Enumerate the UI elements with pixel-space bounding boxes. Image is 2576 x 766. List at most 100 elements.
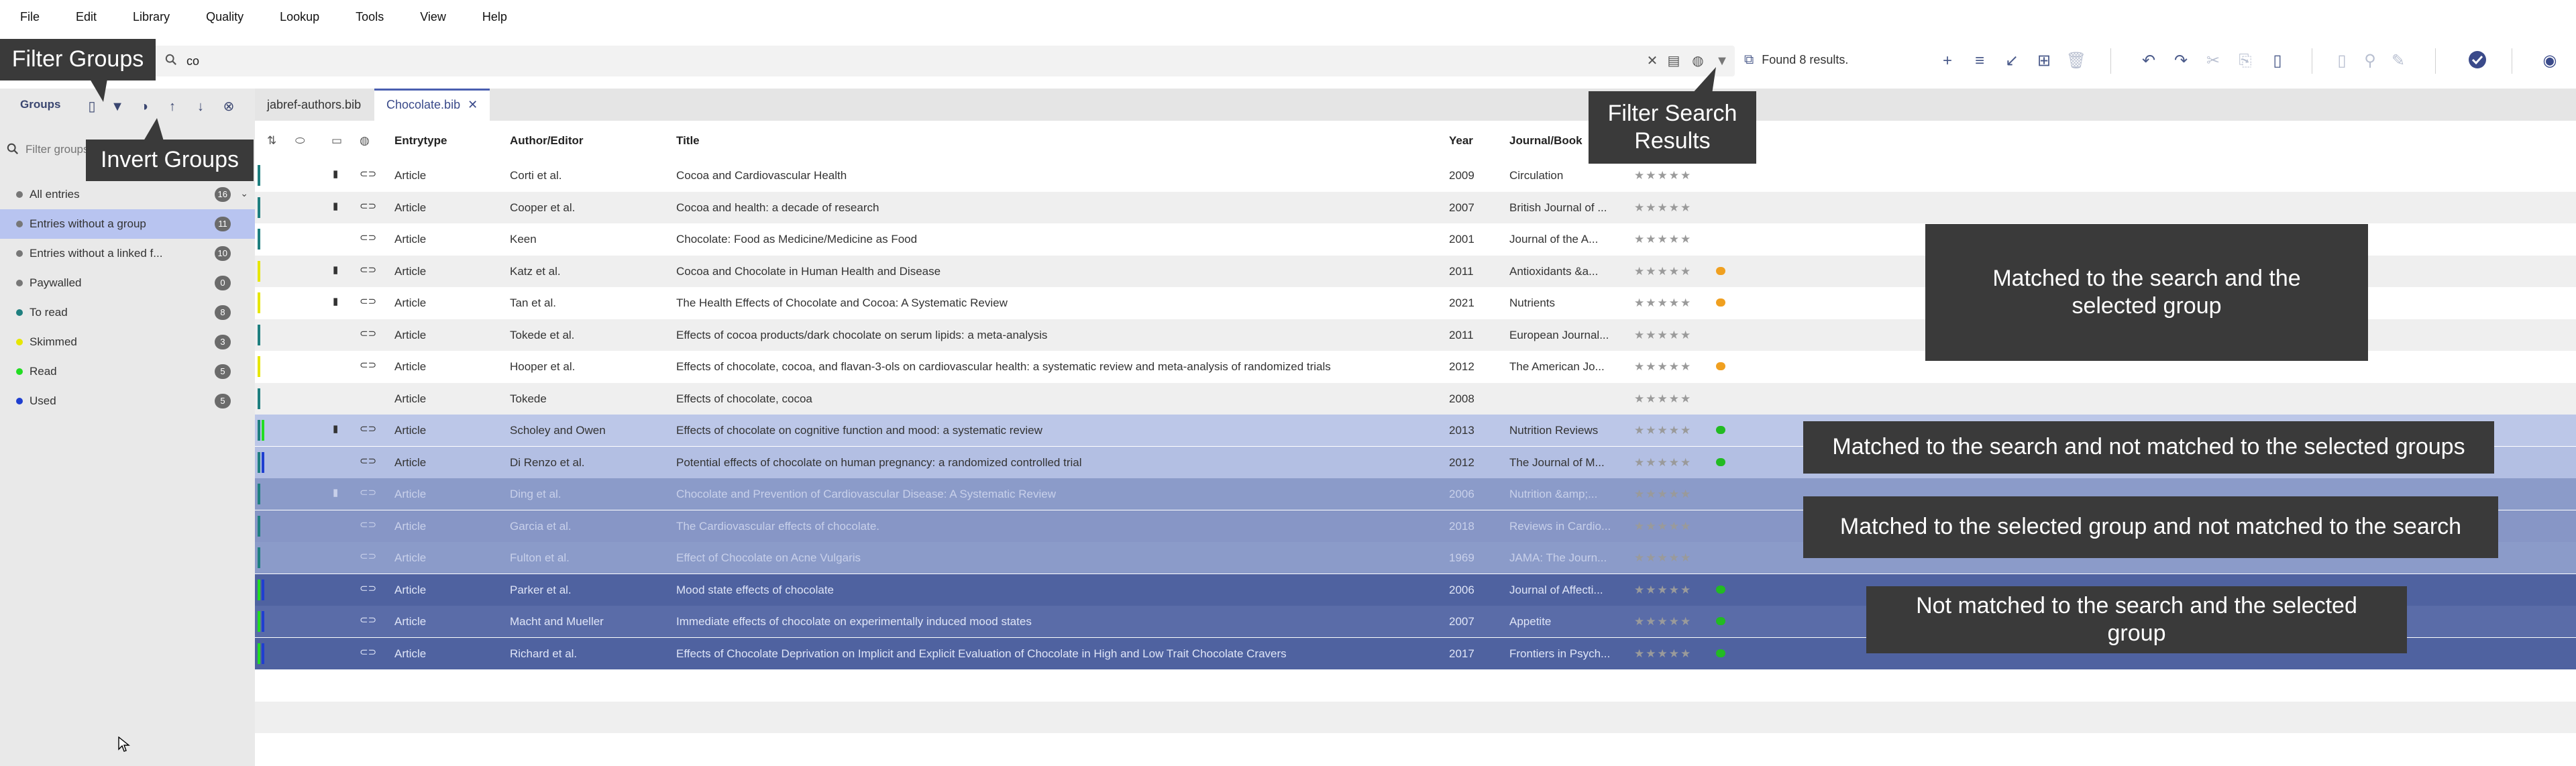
link-icon[interactable]: ⊂⊃ bbox=[360, 295, 376, 307]
column-year[interactable]: Year bbox=[1449, 134, 1473, 148]
rating-stars[interactable]: ★★★★★ bbox=[1634, 488, 1692, 501]
link-icon[interactable]: ⊂⊃ bbox=[360, 423, 376, 435]
link-icon[interactable]: ⊂⊃ bbox=[360, 550, 376, 562]
link-icon[interactable]: ⊂⊃ bbox=[360, 455, 376, 467]
column-entrytype[interactable]: Entrytype bbox=[394, 134, 447, 148]
group-label: Entries without a group bbox=[30, 217, 146, 230]
rating-stars[interactable]: ★★★★★ bbox=[1634, 584, 1692, 597]
rating-stars[interactable]: ★★★★★ bbox=[1634, 360, 1692, 374]
rating-stars[interactable]: ★★★★★ bbox=[1634, 424, 1692, 437]
group-skimmed[interactable]: Skimmed 3 bbox=[0, 327, 255, 357]
new-entry-icon[interactable]: ⊞ bbox=[2033, 50, 2055, 72]
check-icon[interactable] bbox=[2466, 50, 2489, 72]
table-row[interactable]: ▮ ⊂⊃ Article Corti et al. Cocoa and Cardiova… bbox=[255, 160, 2576, 191]
import-icon[interactable]: ↙ bbox=[2000, 50, 2023, 72]
group-paywalled[interactable]: Paywalled 0 bbox=[0, 268, 255, 298]
search-preferences-icon[interactable]: ▤ bbox=[1665, 52, 1682, 70]
table-row[interactable]: Article Tokede Effects of chocolate, cocoa… bbox=[255, 382, 2576, 415]
rating-stars[interactable]: ★★★★★ bbox=[1634, 265, 1692, 278]
group-to-read[interactable]: To read 8 bbox=[0, 298, 255, 327]
link-icon[interactable]: ⊂⊃ bbox=[360, 614, 376, 626]
open-external-icon[interactable]: ⧉ bbox=[1744, 52, 1754, 68]
rating-stars[interactable]: ★★★★★ bbox=[1634, 551, 1692, 565]
column-journal[interactable]: Journal/Book bbox=[1509, 134, 1582, 148]
tab-jabref-authors[interactable]: jabref-authors.bib bbox=[255, 89, 373, 121]
move-up-icon[interactable]: ↑ bbox=[162, 97, 182, 117]
pdf-file-icon[interactable]: ▮ bbox=[333, 423, 338, 435]
tag-icon[interactable]: ⬭ bbox=[295, 134, 305, 148]
group-color-marker bbox=[262, 420, 264, 441]
fetch-icon[interactable]: ⚲ bbox=[2359, 50, 2381, 72]
rating-stars[interactable]: ★★★★★ bbox=[1634, 456, 1692, 470]
group-entries-without-linked-file[interactable]: Entries without a linked f... 10 bbox=[0, 239, 255, 268]
link-icon[interactable]: ⊂⊃ bbox=[360, 359, 376, 371]
group-all-entries[interactable]: All entries 16 ⌄ bbox=[0, 180, 255, 209]
pdf-file-icon[interactable]: ▮ bbox=[333, 168, 338, 180]
link-icon[interactable]: ⊂⊃ bbox=[360, 200, 376, 212]
invert-groups-icon[interactable]: ◑ bbox=[134, 97, 154, 117]
redo-icon[interactable]: ↷ bbox=[2169, 50, 2192, 72]
rating-stars[interactable]: ★★★★★ bbox=[1634, 392, 1692, 406]
menu-quality[interactable]: Quality bbox=[206, 10, 244, 24]
cut-icon[interactable]: ✂ bbox=[2202, 50, 2224, 72]
chevron-down-icon[interactable]: ⌄ bbox=[240, 188, 248, 199]
column-author[interactable]: Author/Editor bbox=[510, 134, 584, 148]
globe-icon[interactable]: ◍ bbox=[360, 134, 370, 148]
delete-icon[interactable]: 🗑 bbox=[2065, 50, 2088, 72]
pdf-file-icon[interactable]: ▮ bbox=[333, 200, 338, 212]
menu-file[interactable]: File bbox=[20, 10, 40, 24]
menu-tools[interactable]: Tools bbox=[356, 10, 384, 24]
link-icon[interactable]: ⊂⊃ bbox=[360, 518, 376, 531]
rating-stars[interactable]: ★★★★★ bbox=[1634, 201, 1692, 215]
column-title[interactable]: Title bbox=[676, 134, 700, 148]
rating-stars[interactable]: ★★★★★ bbox=[1634, 647, 1692, 661]
file-icon[interactable]: ▭ bbox=[331, 134, 342, 148]
paste-icon[interactable]: ▯ bbox=[2266, 50, 2289, 72]
quality-icon[interactable]: ✎ bbox=[2387, 50, 2410, 72]
relevance-icon bbox=[1716, 266, 1725, 275]
copy-icon[interactable]: ⎘ bbox=[2234, 50, 2257, 72]
pdf-file-icon[interactable]: ▮ bbox=[333, 295, 338, 307]
menu-help[interactable]: Help bbox=[482, 10, 507, 24]
link-icon[interactable]: ⊂⊃ bbox=[360, 264, 376, 276]
clear-search-icon[interactable]: ✕ bbox=[1644, 52, 1661, 70]
rating-stars[interactable]: ★★★★★ bbox=[1634, 520, 1692, 533]
github-icon[interactable]: ◉ bbox=[2538, 50, 2561, 72]
link-icon[interactable]: ⊂⊃ bbox=[360, 231, 376, 243]
rating-stars[interactable]: ★★★★★ bbox=[1634, 329, 1692, 342]
table-row[interactable]: ▮ ⊂⊃ Article Cooper et al. Cocoa and health:… bbox=[255, 191, 2576, 223]
add-entry-icon[interactable]: + bbox=[1936, 50, 1959, 72]
search-input[interactable] bbox=[186, 51, 1629, 71]
group-count-badge: 11 bbox=[215, 217, 231, 231]
rating-stars[interactable]: ★★★★★ bbox=[1634, 233, 1692, 246]
link-icon[interactable]: ⊂⊃ bbox=[360, 327, 376, 339]
group-read[interactable]: Read 5 bbox=[0, 357, 255, 386]
menu-view[interactable]: View bbox=[420, 10, 446, 24]
menu-edit[interactable]: Edit bbox=[76, 10, 97, 24]
undo-icon[interactable]: ↶ bbox=[2137, 50, 2160, 72]
group-count-badge: 0 bbox=[215, 276, 231, 290]
group-label: Used bbox=[30, 394, 56, 407]
link-icon[interactable]: ⊂⊃ bbox=[360, 168, 376, 180]
move-down-icon[interactable]: ↓ bbox=[191, 97, 211, 117]
tab-chocolate[interactable]: Chocolate.bib ✕ bbox=[374, 89, 490, 121]
tree-icon[interactable]: ⇅ bbox=[267, 134, 276, 148]
pdf-file-icon[interactable]: ▮ bbox=[333, 486, 338, 498]
link-icon[interactable]: ⊂⊃ bbox=[360, 646, 376, 658]
link-icon[interactable]: ⊂⊃ bbox=[360, 582, 376, 594]
filter-groups-icon[interactable]: ▼ bbox=[107, 97, 127, 117]
cleanup-icon[interactable]: ▯ bbox=[2330, 50, 2353, 72]
close-groups-icon[interactable]: ⊗ bbox=[219, 97, 239, 117]
group-used[interactable]: Used 5 bbox=[0, 386, 255, 416]
link-icon[interactable]: ⊂⊃ bbox=[360, 486, 376, 498]
rating-stars[interactable]: ★★★★★ bbox=[1634, 615, 1692, 628]
add-entry-list-icon[interactable]: ≡ bbox=[1968, 50, 1991, 72]
group-entries-without-group[interactable]: Entries without a group 11 bbox=[0, 209, 255, 239]
cell-year: 2011 bbox=[1449, 264, 1474, 278]
menu-lookup[interactable]: Lookup bbox=[280, 10, 319, 24]
pdf-file-icon[interactable]: ▮ bbox=[333, 264, 338, 276]
menu-library[interactable]: Library bbox=[133, 10, 170, 24]
rating-stars[interactable]: ★★★★★ bbox=[1634, 296, 1692, 310]
rating-stars[interactable]: ★★★★★ bbox=[1634, 169, 1692, 182]
close-icon[interactable]: ✕ bbox=[468, 98, 478, 111]
